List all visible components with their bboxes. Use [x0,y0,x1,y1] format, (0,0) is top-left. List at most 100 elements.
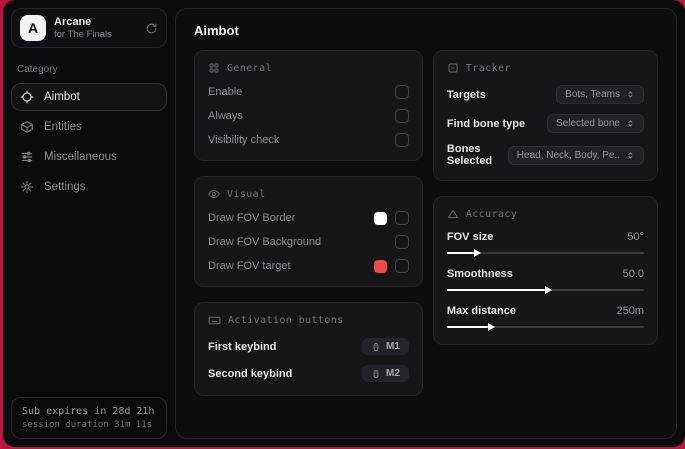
bones-selected-dropdown[interactable]: Head, Neck, Body, Pe.. [507,145,644,165]
setting-label: FOV size [446,231,494,243]
setting-row: Enable [208,85,409,99]
sidebar: A Arcane for The Finals Category Aimbot [3,0,175,447]
slider-value: 50.0 [622,268,644,280]
smoothness-setting: Smoothness 50.0 [446,268,644,292]
dropdown-value: Selected bone [556,118,620,129]
enable-checkbox[interactable] [394,85,409,99]
sidebar-item-miscellaneous[interactable]: Miscellaneous [11,143,167,171]
brand-name: Arcane [54,16,92,28]
setting-row: Visibility check [208,133,409,147]
unfold-icon [626,151,635,160]
sidebar-item-label: Miscellaneous [44,151,117,163]
card-title: Accuracy [465,208,518,220]
cube-icon [20,120,34,134]
sidebar-item-label: Aimbot [44,91,80,103]
setting-label: Find bone type [446,117,526,130]
gear-icon [20,180,34,194]
category-label: Category [17,64,58,75]
visibility-check-checkbox[interactable] [394,133,409,147]
keyboard-icon [208,314,221,327]
card-title: Visual [227,188,266,200]
draw-fov-background-checkbox[interactable] [394,235,409,249]
main-panel: Aimbot General Enable Always Visibility … [175,8,677,439]
eye-icon [208,188,220,200]
unfold-icon [626,119,635,128]
setting-row: Draw FOV Border [208,211,409,225]
setting-row: First keybind M1 [208,338,409,355]
keybind-value: M2 [386,368,400,379]
slider-value: 50° [627,231,644,243]
setting-label: Visibility check [208,134,280,146]
general-card: General Enable Always Visibility check [194,50,423,161]
slider-fill [446,251,475,255]
setting-label: Draw FOV Border [208,212,296,224]
mouse-icon [371,369,381,379]
fov-border-color-swatch[interactable] [373,211,387,225]
fov-size-setting: FOV size 50° [446,231,644,255]
slider-fill [446,325,489,329]
setting-row: Draw FOV target [208,259,409,273]
keybind-value: M1 [386,341,400,352]
fov-target-color-swatch[interactable] [373,259,387,273]
card-title: Activation buttons [228,315,344,326]
first-keybind-button[interactable]: M1 [362,338,409,355]
setting-row: Draw FOV Background [208,235,409,249]
setting-row: Targets Bots, Teams [447,85,644,104]
targets-dropdown[interactable]: Bots, Teams [556,85,644,104]
setting-label: Draw FOV target [208,260,291,272]
find-bone-type-dropdown[interactable]: Selected bone [547,114,644,133]
activation-buttons-card: Activation buttons First keybind M1 Seco… [194,302,423,396]
setting-label: Always [208,110,243,122]
sidebar-item-aimbot[interactable]: Aimbot [11,83,167,111]
refresh-icon[interactable] [145,22,158,35]
setting-label: Second keybind [208,367,293,380]
page-title: Aimbot [194,23,239,38]
tracker-card: Tracker Targets Bots, Teams Find bone ty… [432,50,658,181]
card-title: General [227,62,272,74]
dropdown-value: Bots, Teams [565,89,620,100]
sliders-icon [20,150,34,164]
app-logo: A [20,15,46,41]
setting-row: Second keybind M2 [208,365,409,382]
brand-text: Arcane for The Finals [54,16,137,40]
second-keybind-button[interactable]: M2 [362,365,409,382]
sidebar-item-entities[interactable]: Entities [11,113,167,141]
setting-label: Draw FOV Background [208,236,322,248]
subscription-info: Sub expires in 28d 21h session duration … [11,397,167,439]
slider-value: 250m [616,305,644,317]
visual-card: Visual Draw FOV Border Draw FOV Backgrou… [194,176,423,287]
sidebar-item-settings[interactable]: Settings [11,173,167,201]
setting-label: First keybind [208,340,277,353]
setting-row: Find bone type Selected bone [447,114,644,133]
accuracy-card: Accuracy FOV size 50° Smoothness 50.0 Ma… [432,196,658,345]
dropdown-value: Head, Neck, Body, Pe.. [516,149,620,161]
mouse-icon [371,342,381,352]
triangle-icon [447,208,459,220]
sidebar-nav: Aimbot Entities Miscellaneous Settings [11,83,167,201]
setting-row: Always [208,109,409,123]
draw-fov-target-checkbox[interactable] [394,259,409,273]
draw-fov-border-checkbox[interactable] [394,211,409,225]
fov-size-slider[interactable] [446,251,644,255]
sub-expiry-text: Sub expires in 28d 21h [22,406,155,417]
sidebar-item-label: Entities [44,121,82,133]
setting-label: Enable [208,86,243,98]
slider-fill [446,288,546,292]
max-distance-slider[interactable] [446,325,644,329]
setting-label: Bones Selected [446,143,493,167]
smoothness-slider[interactable] [446,288,644,292]
grid-icon [208,62,220,74]
app-window: A Arcane for The Finals Category Aimbot [3,0,685,447]
always-checkbox[interactable] [394,109,409,123]
unfold-icon [626,90,635,99]
setting-row: Bones Selected Head, Neck, Body, Pe.. [447,143,644,167]
brand-card: A Arcane for The Finals [11,8,167,48]
scan-icon [447,62,459,74]
setting-label: Targets [446,88,486,101]
card-title: Tracker [465,62,511,74]
max-distance-setting: Max distance 250m [446,305,644,329]
setting-label: Smoothness [446,268,513,280]
crosshair-icon [20,90,34,104]
setting-label: Max distance [446,305,516,317]
session-duration-text: session duration 31m 11s [22,420,153,430]
